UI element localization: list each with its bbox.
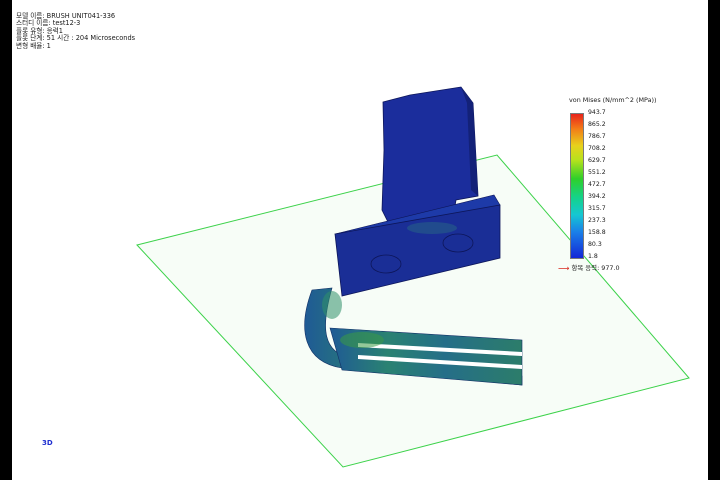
base-stress-patch [407, 222, 457, 234]
legend-tick: 786.7 [588, 133, 606, 140]
model-scene[interactable] [12, 0, 708, 480]
legend-tick: 80.3 [588, 241, 602, 248]
legend-tick: 315.7 [588, 205, 606, 212]
yield-strength-text: 항복 응력: 977.0 [571, 264, 620, 272]
legend-tick: 865.2 [588, 121, 606, 128]
legend-tick: 237.3 [588, 217, 606, 224]
legend-tick: 943.7 [588, 109, 606, 116]
legend-tick: 158.8 [588, 229, 606, 236]
simulation-viewport[interactable]: 모델 이름: BRUSH UNIT041-336 스터디 이름: test12-… [12, 0, 708, 480]
legend-tick: 472.7 [588, 181, 606, 188]
yield-arrow-icon: ⟶ [558, 264, 570, 273]
legend-title: von Mises (N/mm^2 (MPa)) [569, 96, 657, 104]
yield-strength-marker: ⟶ 항복 응력: 977.0 [558, 263, 620, 273]
legend-tick: 708.2 [588, 145, 606, 152]
stress-colorbar [570, 113, 584, 259]
legend-tick: 629.7 [588, 157, 606, 164]
strip-hotspot [322, 291, 342, 319]
legend-tick: 551.2 [588, 169, 606, 176]
legend-tick: 394.2 [588, 193, 606, 200]
strip-hotspot [340, 332, 384, 348]
orientation-triad-icon[interactable]: 3D [42, 439, 53, 447]
legend-tick: 1.8 [588, 253, 598, 260]
